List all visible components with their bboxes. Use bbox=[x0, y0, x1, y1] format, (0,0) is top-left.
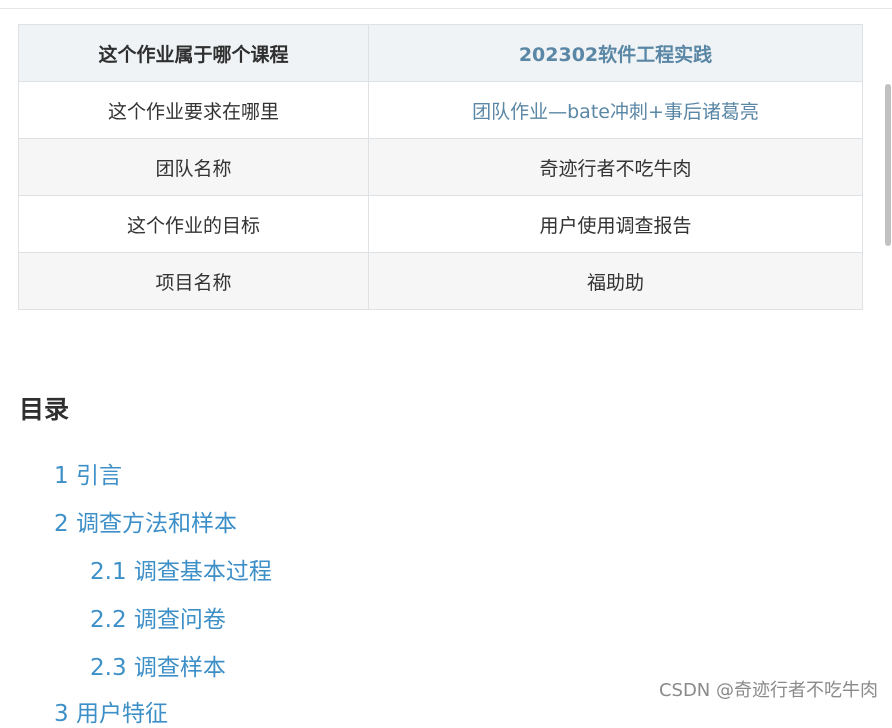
table-row: 团队名称 奇迹行者不吃牛肉 bbox=[18, 138, 863, 196]
toc-item-questionnaire[interactable]: 2.2 调查问卷 bbox=[90, 600, 226, 634]
toc-item-method[interactable]: 2 调查方法和样本 bbox=[54, 504, 237, 538]
toc-item-user-features[interactable]: 3 用户特征 bbox=[54, 694, 168, 728]
table-cell-label: 这个作业的目标 bbox=[18, 195, 369, 253]
table-cell-value: 奇迹行者不吃牛肉 bbox=[368, 138, 863, 196]
toc-item-intro[interactable]: 1 引言 bbox=[54, 456, 122, 490]
table-row: 这个作业属于哪个课程 202302软件工程实践 bbox=[18, 24, 863, 82]
table-row: 这个作业的目标 用户使用调查报告 bbox=[18, 195, 863, 253]
assignment-requirement-link[interactable]: 团队作业—bate冲刺+事后诸葛亮 bbox=[368, 81, 863, 139]
csdn-watermark: CSDN @奇迹行者不吃牛肉 bbox=[658, 680, 878, 701]
table-cell-label: 这个作业要求在哪里 bbox=[18, 81, 369, 139]
table-cell-label: 项目名称 bbox=[18, 252, 369, 310]
table-cell-value: 用户使用调查报告 bbox=[368, 195, 863, 253]
assignment-info-table: 这个作业属于哪个课程 202302软件工程实践 这个作业要求在哪里 团队作业—b… bbox=[18, 24, 863, 310]
course-link[interactable]: 202302软件工程实践 bbox=[368, 24, 863, 82]
table-row: 这个作业要求在哪里 团队作业—bate冲刺+事后诸葛亮 bbox=[18, 81, 863, 139]
toc-item-sample[interactable]: 2.3 调查样本 bbox=[90, 648, 226, 682]
scrollbar-thumb[interactable] bbox=[885, 84, 891, 246]
top-divider bbox=[0, 8, 892, 9]
table-cell-label: 这个作业属于哪个课程 bbox=[18, 24, 369, 82]
toc-item-process[interactable]: 2.1 调查基本过程 bbox=[90, 552, 272, 586]
toc-heading: 目录 bbox=[19, 395, 70, 424]
table-cell-value: 福助助 bbox=[368, 252, 863, 310]
table-cell-label: 团队名称 bbox=[18, 138, 369, 196]
table-row: 项目名称 福助助 bbox=[18, 252, 863, 310]
